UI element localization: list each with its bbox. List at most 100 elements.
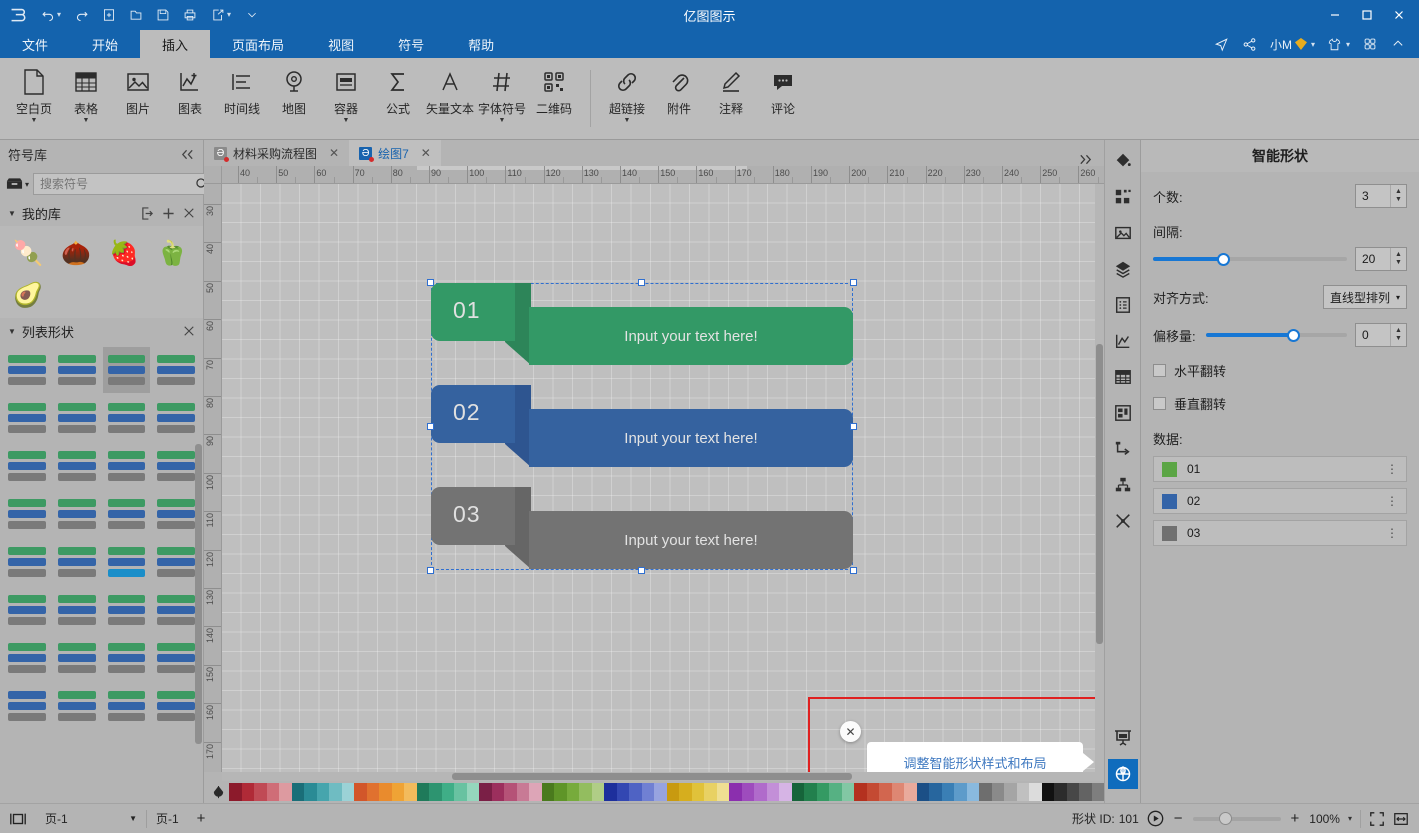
palette-swatch[interactable] (341, 783, 354, 801)
offset-spinner[interactable]: ▲ ▼ (1390, 324, 1406, 346)
chevron-down-icon[interactable]: ▼ (499, 117, 506, 124)
smart-shape-row-0[interactable]: 01 Input your text here! (431, 283, 853, 365)
count-stepper[interactable]: 3 ▲ ▼ (1355, 184, 1407, 208)
export-caret-icon[interactable]: ▾ (227, 11, 231, 19)
undo-caret-icon[interactable]: ▾ (57, 11, 61, 19)
theme-caret-icon[interactable]: ▾ (1346, 40, 1350, 49)
presentation-play-icon[interactable] (1147, 810, 1164, 827)
data-row-1-color-swatch[interactable] (1162, 493, 1177, 509)
palette-swatch[interactable] (329, 783, 342, 801)
palette-swatch[interactable] (941, 783, 954, 801)
palette-swatch[interactable] (904, 783, 917, 801)
palette-swatch[interactable] (779, 783, 792, 801)
table-tool-icon[interactable] (1108, 362, 1138, 392)
shape-gallery-item[interactable] (152, 539, 200, 585)
symbol-strawberry[interactable]: 🍓 (102, 234, 146, 272)
shape-gallery-item[interactable] (3, 347, 51, 393)
shape-gallery-item[interactable] (53, 635, 101, 681)
palette-swatch[interactable] (829, 783, 842, 801)
palette-swatch[interactable] (1029, 783, 1042, 801)
search-input[interactable] (40, 177, 196, 191)
ribbon-qrcode-button[interactable]: 二维码 (528, 58, 580, 139)
resize-handle-ne[interactable] (850, 279, 857, 286)
hint-close-button[interactable]: ✕ (840, 721, 861, 742)
chevron-down-icon[interactable]: ▼ (624, 117, 631, 124)
palette-swatch[interactable] (291, 783, 304, 801)
maximize-button[interactable] (1351, 0, 1383, 30)
palette-swatch[interactable] (241, 783, 254, 801)
scrollbar-thumb[interactable] (452, 773, 852, 780)
palette-swatch[interactable] (629, 783, 642, 801)
offset-value[interactable]: 0 (1356, 328, 1390, 342)
count-spinner[interactable]: ▲ ▼ (1390, 185, 1406, 207)
palette-swatch[interactable] (429, 783, 442, 801)
infographic-icon[interactable] (1108, 398, 1138, 428)
palette-swatch[interactable] (716, 783, 729, 801)
save-button[interactable] (150, 3, 176, 27)
data-row-2-color-swatch[interactable] (1162, 525, 1177, 541)
shape-gallery-item[interactable] (152, 587, 200, 633)
spacing-stepper[interactable]: 20 ▲ ▼ (1355, 247, 1407, 271)
zoom-level-value[interactable]: 100% (1309, 812, 1340, 826)
palette-swatch[interactable] (741, 783, 754, 801)
fill-color-icon[interactable] (1108, 146, 1138, 176)
chevron-down-icon[interactable]: ▼ (31, 117, 38, 124)
shape-gallery-item[interactable] (152, 635, 200, 681)
palette-swatch[interactable] (591, 783, 604, 801)
palette-swatch[interactable] (279, 783, 292, 801)
ribbon-table-button[interactable]: 表格 ▼ (60, 58, 112, 139)
palette-swatch[interactable] (691, 783, 704, 801)
canvas-vertical-scrollbar[interactable] (1095, 184, 1104, 772)
shape-gallery-item[interactable] (103, 395, 151, 441)
palette-swatch[interactable] (866, 783, 879, 801)
canvas-horizontal-scrollbar[interactable] (222, 772, 1104, 781)
row-2-text[interactable]: Input your text here! (529, 511, 853, 569)
palette-swatch[interactable] (729, 783, 742, 801)
palette-swatch[interactable] (754, 783, 767, 801)
shape-gallery-item[interactable] (103, 443, 151, 489)
close-icon[interactable]: ✕ (329, 146, 339, 160)
palette-swatch[interactable] (516, 783, 529, 801)
palette-swatch[interactable] (766, 783, 779, 801)
palette-swatch[interactable] (479, 783, 492, 801)
palette-swatch[interactable] (929, 783, 942, 801)
shape-gallery-item[interactable] (53, 491, 101, 537)
spacing-value[interactable]: 20 (1356, 252, 1390, 266)
resize-handle-se[interactable] (850, 567, 857, 574)
expander-triangle-icon[interactable]: ▼ (8, 209, 16, 218)
palette-swatch[interactable] (704, 783, 717, 801)
palette-swatch[interactable] (354, 783, 367, 801)
shape-gallery-item[interactable] (3, 491, 51, 537)
shape-gallery-item[interactable] (3, 539, 51, 585)
scrollbar-thumb[interactable] (1096, 344, 1103, 644)
palette-swatch[interactable] (404, 783, 417, 801)
ribbon-container-button[interactable]: 容器 ▼ (320, 58, 372, 139)
shape-gallery-item[interactable] (53, 683, 101, 729)
print-button[interactable] (177, 3, 203, 27)
resize-handle-n[interactable] (638, 279, 645, 286)
scrollbar-thumb[interactable] (195, 444, 202, 744)
section-header-list-shapes[interactable]: ▼ 列表形状 (0, 318, 203, 344)
palette-swatch[interactable] (841, 783, 854, 801)
menu-item-insert[interactable]: 插入 (140, 30, 211, 58)
ribbon-font-symbol-button[interactable]: 字体符号 ▼ (476, 58, 528, 139)
horizontal-ruler[interactable]: 40 50 60 70 80 90 100 110 120 130 140 150 160 170 180 1… (222, 166, 1104, 184)
drawing-canvas[interactable]: 01 Input your text here! 02 Input your t… (222, 184, 1104, 772)
document-tab-1[interactable]: Ə 绘图7 ✕ (349, 140, 441, 166)
palette-swatch[interactable] (366, 783, 379, 801)
ribbon-attachment-button[interactable]: 附件 (653, 58, 705, 139)
shape-gallery-item[interactable] (103, 635, 151, 681)
shape-gallery-item[interactable] (152, 491, 200, 537)
symbol-pepper[interactable]: 🫑 (150, 234, 194, 272)
page-view-icon[interactable] (0, 804, 36, 833)
shape-gallery-item[interactable] (3, 587, 51, 633)
ribbon-blank-page-button[interactable]: 空白页 ▼ (8, 58, 60, 139)
send-icon[interactable] (1209, 30, 1235, 58)
shape-gallery-item[interactable] (53, 587, 101, 633)
shape-gallery-item[interactable] (53, 395, 101, 441)
palette-swatch[interactable] (441, 783, 454, 801)
double-chevron-right-icon[interactable] (1078, 153, 1104, 166)
palette-swatch[interactable] (954, 783, 967, 801)
palette-swatch[interactable] (541, 783, 554, 801)
shape-gallery-item[interactable] (103, 491, 151, 537)
